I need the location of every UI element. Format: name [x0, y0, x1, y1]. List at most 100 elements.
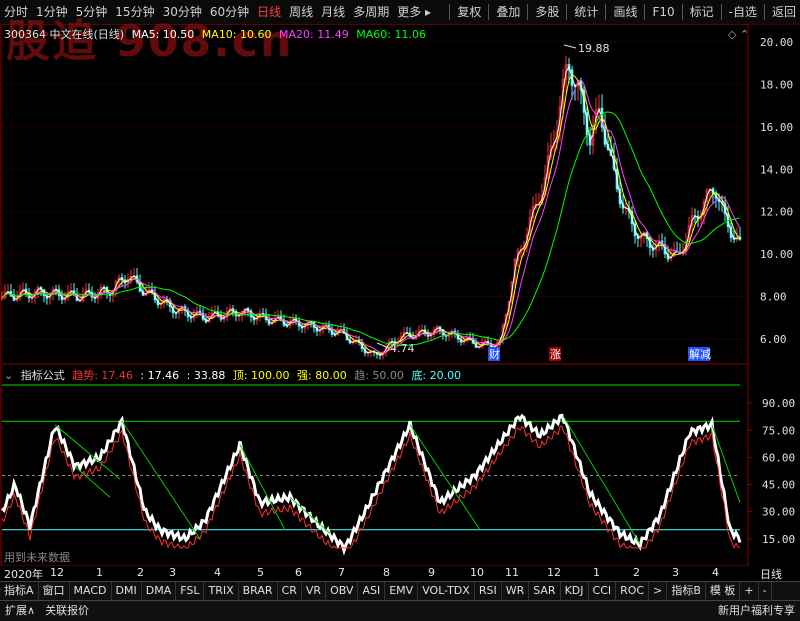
trend-value: 趋势: 17.46 — [72, 369, 133, 382]
trend-line — [0, 413, 742, 556]
toolbar-4[interactable]: 画线 — [609, 0, 641, 24]
high-pointer — [563, 44, 577, 49]
date-tick: 5 — [257, 566, 264, 579]
tab-17[interactable]: KDJ — [561, 582, 589, 600]
decay-line — [239, 444, 286, 531]
date-tick: 6 — [295, 566, 302, 579]
date-tick: 2 — [137, 566, 144, 579]
tab-6[interactable]: TRIX — [204, 582, 239, 600]
tab-16[interactable]: SAR — [529, 582, 561, 600]
ma5-line — [1, 65, 740, 356]
strong-value: 强: 80.00 — [297, 369, 347, 382]
date-tick: 4 — [712, 566, 719, 579]
toolbar-0[interactable]: 复权 — [453, 0, 485, 24]
high-price-label: 19.88 — [578, 42, 610, 55]
date-tick: 3 — [672, 566, 679, 579]
indicator-tick: 15.00 — [762, 533, 795, 546]
date-tick: 3 — [169, 566, 176, 579]
expand-button[interactable]: 扩展∧ — [0, 601, 40, 621]
indicator-tick: 45.00 — [762, 479, 795, 492]
date-tick: 7 — [338, 566, 345, 579]
toolbar-7[interactable]: -自选 — [725, 0, 761, 24]
toolbar-5[interactable]: F10 — [648, 0, 678, 24]
tab-7[interactable]: BRAR — [239, 582, 278, 600]
tab-14[interactable]: RSI — [475, 582, 502, 600]
tab-2[interactable]: MACD — [70, 582, 112, 600]
toolbar-divider — [605, 4, 607, 20]
tab-4[interactable]: DMA — [142, 582, 177, 600]
price-tick: 12.00 — [760, 206, 793, 219]
tab-3[interactable]: DMI — [112, 582, 142, 600]
tab-8[interactable]: CR — [278, 582, 302, 600]
tab-22[interactable]: 模 板 — [706, 582, 741, 600]
new-user-benefit-link[interactable]: 新用户福利专享 — [713, 601, 800, 621]
toolbar-divider — [720, 4, 722, 20]
date-tick: 2 — [633, 566, 640, 579]
date-tick: 12 — [547, 566, 561, 579]
date-tick: 1 — [96, 566, 103, 579]
toolbar-1[interactable]: 叠加 — [492, 0, 524, 24]
value2: : 17.46 — [140, 369, 180, 382]
toolbar-3[interactable]: 统计 — [570, 0, 602, 24]
toolbar-divider — [449, 4, 451, 20]
price-tick: 20.00 — [760, 36, 793, 49]
diamond-icon: ◇ — [728, 28, 737, 41]
tab-15[interactable]: WR — [502, 582, 530, 600]
period-9[interactable]: 多周期 — [349, 0, 393, 24]
tab-1[interactable]: 窗口 — [39, 582, 70, 600]
price-tick: 18.00 — [760, 78, 793, 91]
period-label: 日线 — [760, 568, 782, 581]
tab-20[interactable]: > — [649, 582, 668, 600]
price-tick: 8.00 — [760, 291, 787, 304]
ma20-value: MA20: 11.49 — [279, 28, 349, 41]
top-value: 顶: 100.00 — [232, 369, 290, 382]
date-tick: 10 — [470, 566, 484, 579]
date-tick: 1 — [593, 566, 600, 579]
status-bar: 扩展∧ 关联报价 新用户福利专享 — [0, 600, 800, 621]
toolbar-divider — [763, 4, 765, 20]
tab-11[interactable]: ASI — [358, 582, 386, 600]
tab-21[interactable]: 指标B — [667, 582, 706, 600]
indicator-tick: 60.00 — [762, 451, 795, 464]
low-price-label: 4.74 — [390, 342, 415, 355]
toolbar-divider — [681, 4, 683, 20]
indicator-legend: ⌄ 指标公式 趋势: 17.46 : 17.46 : 33.88 顶: 100.… — [4, 367, 465, 383]
toolbar-2[interactable]: 多股 — [531, 0, 563, 24]
tab-23[interactable]: + — [740, 582, 759, 600]
tab-18[interactable]: CCI — [589, 582, 617, 600]
kline-chart[interactable]: 20.00 18.00 16.00 14.00 12.00 10.00 8.00 6.00 19… — [0, 24, 800, 566]
future-data-note: 用到未来数据 — [4, 550, 70, 564]
tab-0[interactable]: 指标A — [0, 582, 39, 600]
price-tick: 6.00 — [760, 333, 787, 346]
toolbar-6[interactable]: 标记 — [686, 0, 718, 24]
tab-24[interactable]: - — [759, 582, 772, 600]
tab-13[interactable]: VOL-TDX — [418, 582, 475, 600]
decay-line — [121, 420, 201, 540]
toolbar-8[interactable]: 返回 — [768, 0, 800, 24]
stock-title: 300364 中文在线(日线) — [4, 28, 125, 41]
collapse-icon[interactable]: ⌄ — [4, 369, 13, 382]
period-8[interactable]: 月线 — [317, 0, 349, 24]
expand-icon: ⌃ — [740, 28, 749, 41]
price-tick: 14.00 — [760, 163, 793, 176]
tab-5[interactable]: FSL — [176, 582, 205, 600]
tab-12[interactable]: EMV — [385, 582, 419, 600]
tab-19[interactable]: ROC — [616, 582, 650, 600]
ma5-value: MA5: 10.50 — [131, 28, 195, 41]
related-quote-button[interactable]: 关联报价 — [40, 601, 94, 621]
price-tick: 10.00 — [760, 248, 793, 261]
tab-10[interactable]: OBV — [326, 582, 359, 600]
ma60-value: MA60: 11.06 — [356, 28, 426, 41]
toolbar-divider — [527, 4, 529, 20]
decay-line — [711, 424, 741, 503]
ma10-value: MA10: 10.60 — [201, 28, 272, 41]
period-10[interactable]: 更多 ▸ — [393, 0, 435, 24]
event-marker: 解减 — [689, 347, 711, 361]
indicator-name[interactable]: 指标公式 — [21, 369, 65, 382]
price-tick: 16.00 — [760, 121, 793, 134]
event-marker: 涨 — [550, 348, 561, 361]
tab-9[interactable]: VR — [302, 582, 327, 600]
toolbar-divider — [566, 4, 568, 20]
decay-line — [74, 466, 111, 498]
trend2-value: 趋: 50.00 — [354, 369, 404, 382]
